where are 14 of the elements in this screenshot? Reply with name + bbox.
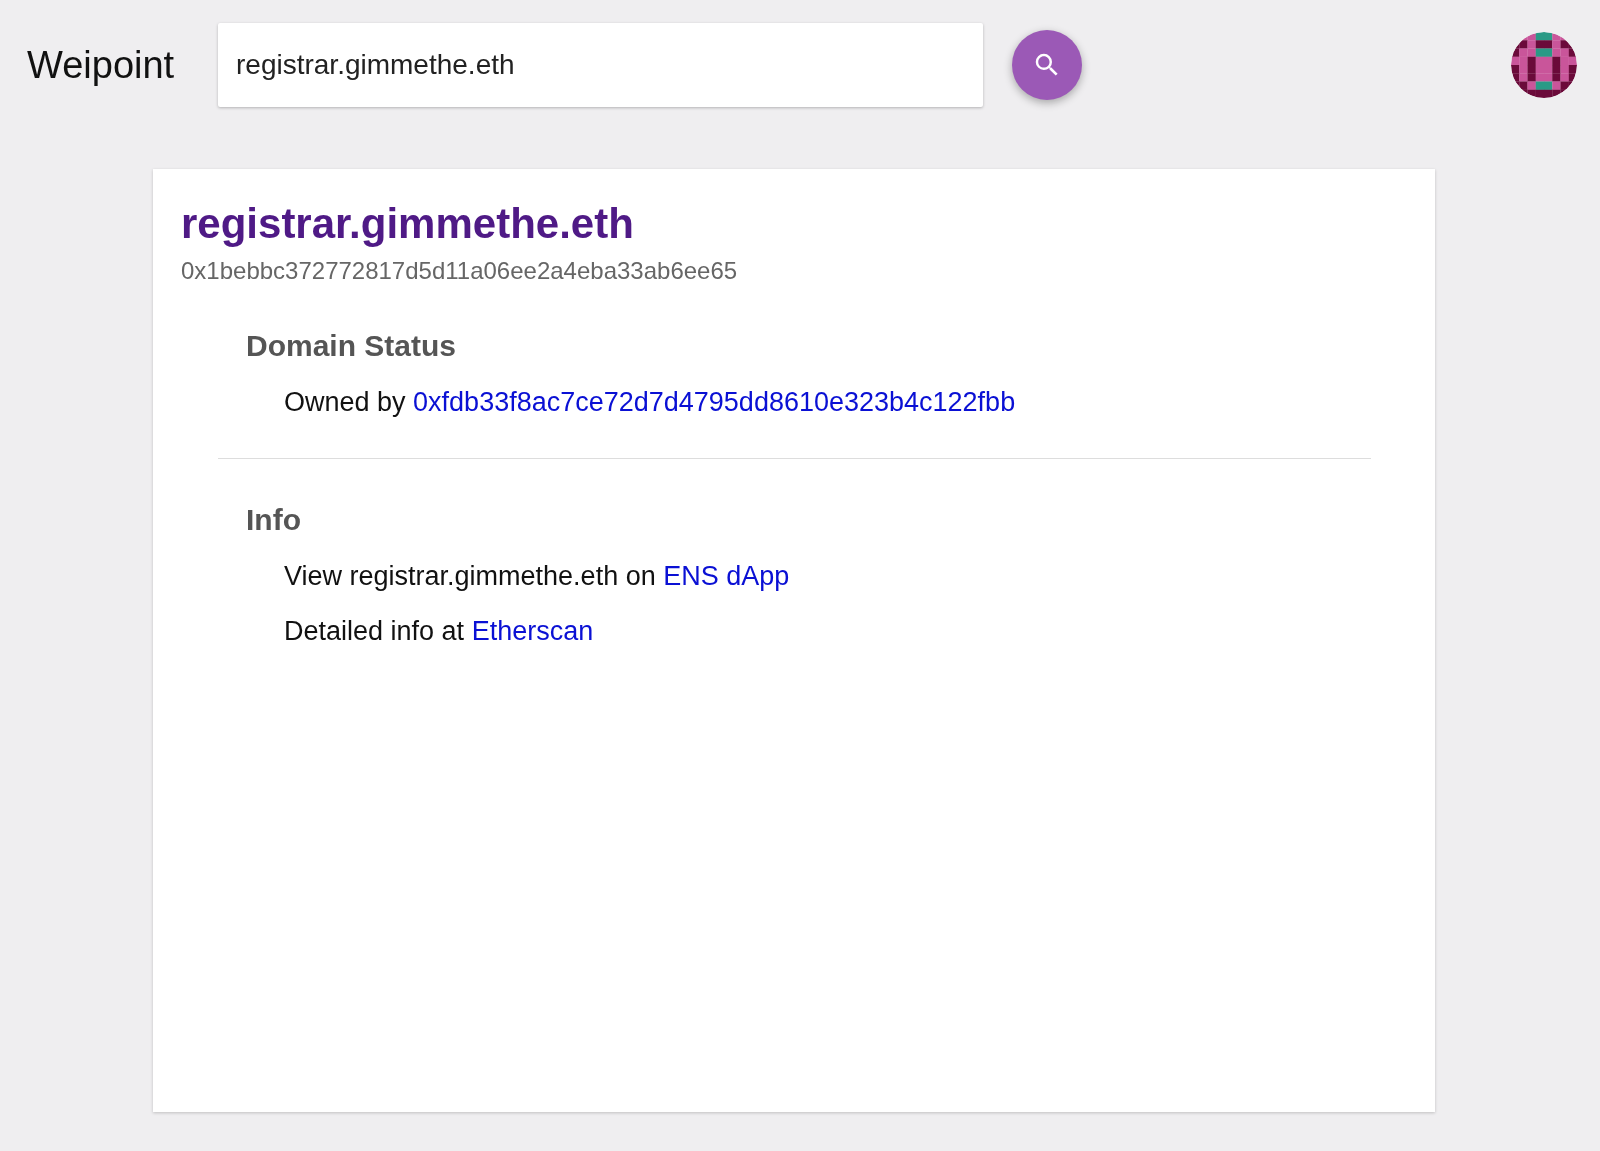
domain-title: registrar.gimmethe.eth <box>181 199 635 249</box>
info-sentence: View registrar.gimmethe.eth on ENS dApp <box>284 561 791 593</box>
link[interactable]: ENS dApp <box>663 561 790 592</box>
domain-hash: 0x1bebbc372772817d5d11a06ee2a4eba33ab6ee65 <box>181 257 739 286</box>
link[interactable]: Etherscan <box>471 616 594 647</box>
search-button[interactable] <box>1012 30 1082 100</box>
avatar-icon[interactable] <box>1511 32 1577 98</box>
info-sentence: Owned by 0xfdb33f8ac7ce72d7d4795dd8610e323b4c122fbb <box>284 387 1017 419</box>
search-field[interactable]: registrar.gimmethe.eth <box>218 23 983 107</box>
logo: Weipoint <box>27 43 176 87</box>
section-heading: Domain Status <box>246 329 458 364</box>
info-sentence: Detailed info at Etherscan <box>284 616 595 648</box>
link[interactable]: 0xfdb33f8ac7ce72d7d4795dd8610e323b4c122fbb <box>413 387 1016 418</box>
section-heading: Info <box>246 503 302 538</box>
